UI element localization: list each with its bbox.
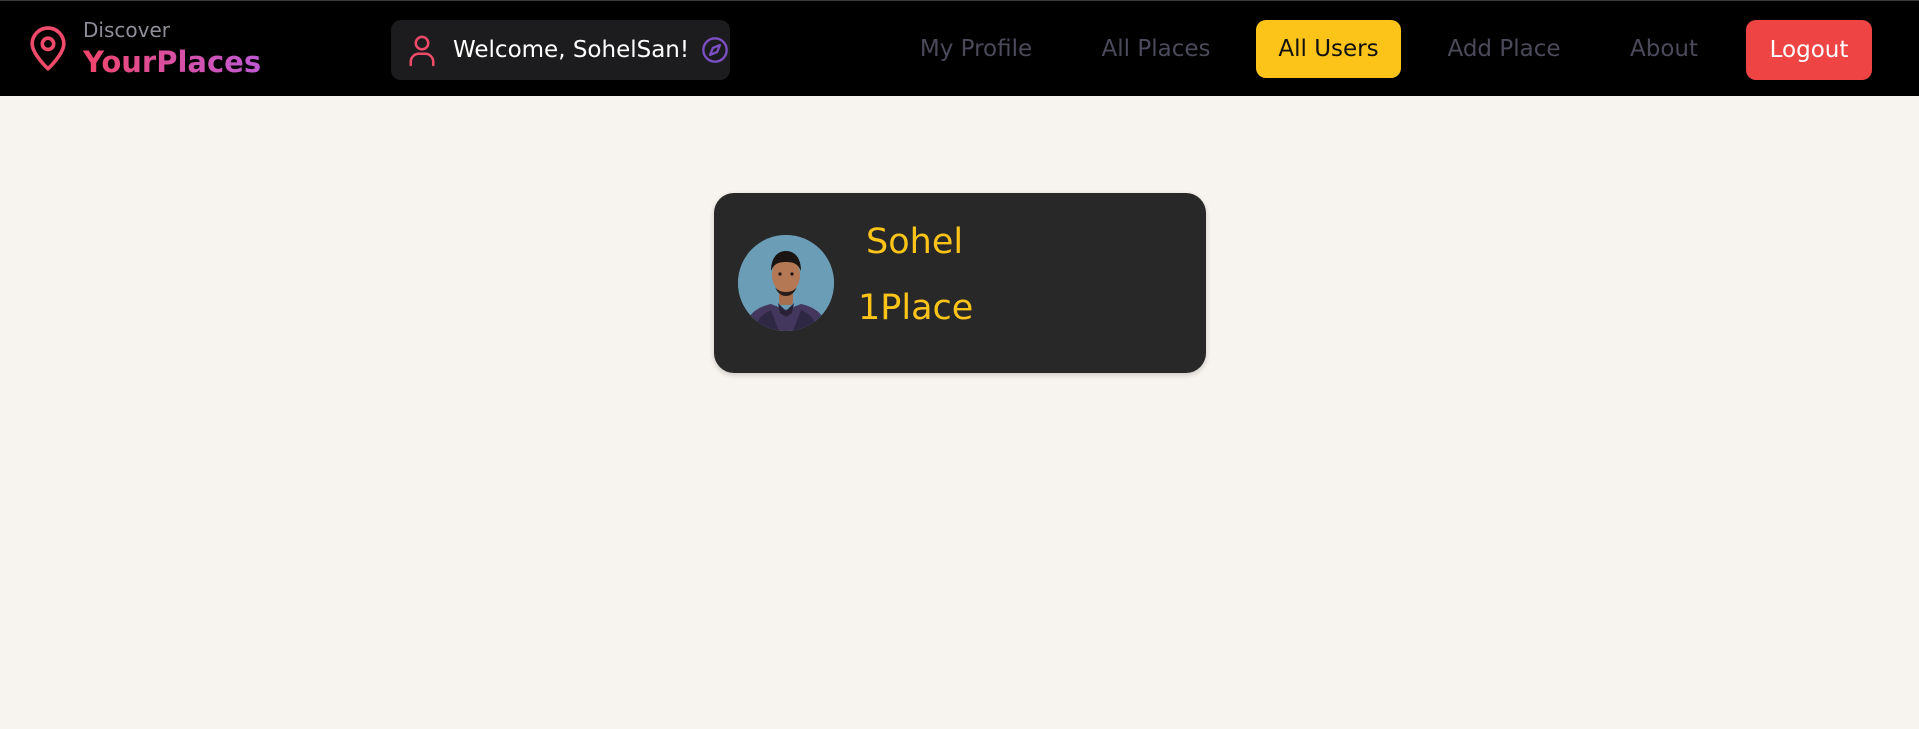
user-name: Sohel (866, 222, 964, 262)
compass-icon (702, 37, 728, 63)
brand-text: Discover YourPlaces (83, 20, 261, 77)
nav-about[interactable]: About (1622, 20, 1706, 78)
nav-all-places[interactable]: All Places (1092, 20, 1220, 78)
brand-title: YourPlaces (83, 44, 262, 79)
brand-tagline: Discover (83, 17, 170, 42)
brand[interactable]: Discover YourPlaces (28, 13, 261, 83)
nav-my-profile[interactable]: My Profile (910, 20, 1042, 78)
nav-all-users[interactable]: All Users (1256, 20, 1401, 78)
avatar (738, 235, 834, 331)
nav-add-place[interactable]: Add Place (1442, 20, 1566, 78)
logout-button[interactable]: Logout (1746, 20, 1872, 80)
location-pin-icon (30, 26, 66, 71)
welcome-text: Welcome, SohelSan! (453, 37, 690, 63)
navbar: Discover YourPlaces Welcome, SohelSan! M… (0, 0, 1919, 96)
user-icon (409, 35, 435, 67)
user-card[interactable]: Sohel 1Place (714, 193, 1206, 373)
user-place-count: 1Place (858, 288, 974, 328)
welcome-badge: Welcome, SohelSan! (391, 20, 730, 80)
avatar-image (738, 235, 834, 331)
